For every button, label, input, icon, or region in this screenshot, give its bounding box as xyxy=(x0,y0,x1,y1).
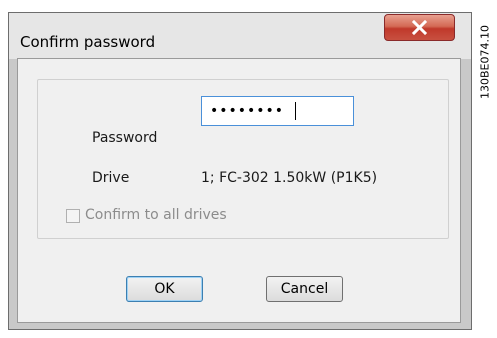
close-button[interactable] xyxy=(384,14,455,41)
figure-code-text: 130BE074.10 xyxy=(478,25,492,99)
confirm-password-dialog: Confirm password Password •••••••• Drive… xyxy=(8,12,472,330)
drive-label: Drive xyxy=(92,170,130,186)
cancel-button[interactable]: Cancel xyxy=(266,276,343,302)
text-caret xyxy=(295,102,296,120)
password-value: •••••••• xyxy=(210,103,285,119)
ok-button[interactable]: OK xyxy=(126,276,203,302)
page: Confirm password Password •••••••• Drive… xyxy=(0,0,497,338)
confirm-all-drives-label[interactable]: Confirm to all drives xyxy=(85,207,227,224)
password-input[interactable]: •••••••• xyxy=(201,96,354,126)
dialog-content: Password •••••••• Drive 1; FC-302 1.50kW… xyxy=(17,58,461,323)
figure-code: 130BE074.10 xyxy=(476,4,494,120)
dialog-title: Confirm password xyxy=(20,33,156,51)
password-label: Password xyxy=(92,130,158,146)
drive-value: 1; FC-302 1.50kW (P1K5) xyxy=(201,170,378,186)
title-bar[interactable]: Confirm password xyxy=(9,13,471,59)
close-icon xyxy=(411,19,428,36)
confirm-all-drives-checkbox[interactable] xyxy=(66,209,80,223)
